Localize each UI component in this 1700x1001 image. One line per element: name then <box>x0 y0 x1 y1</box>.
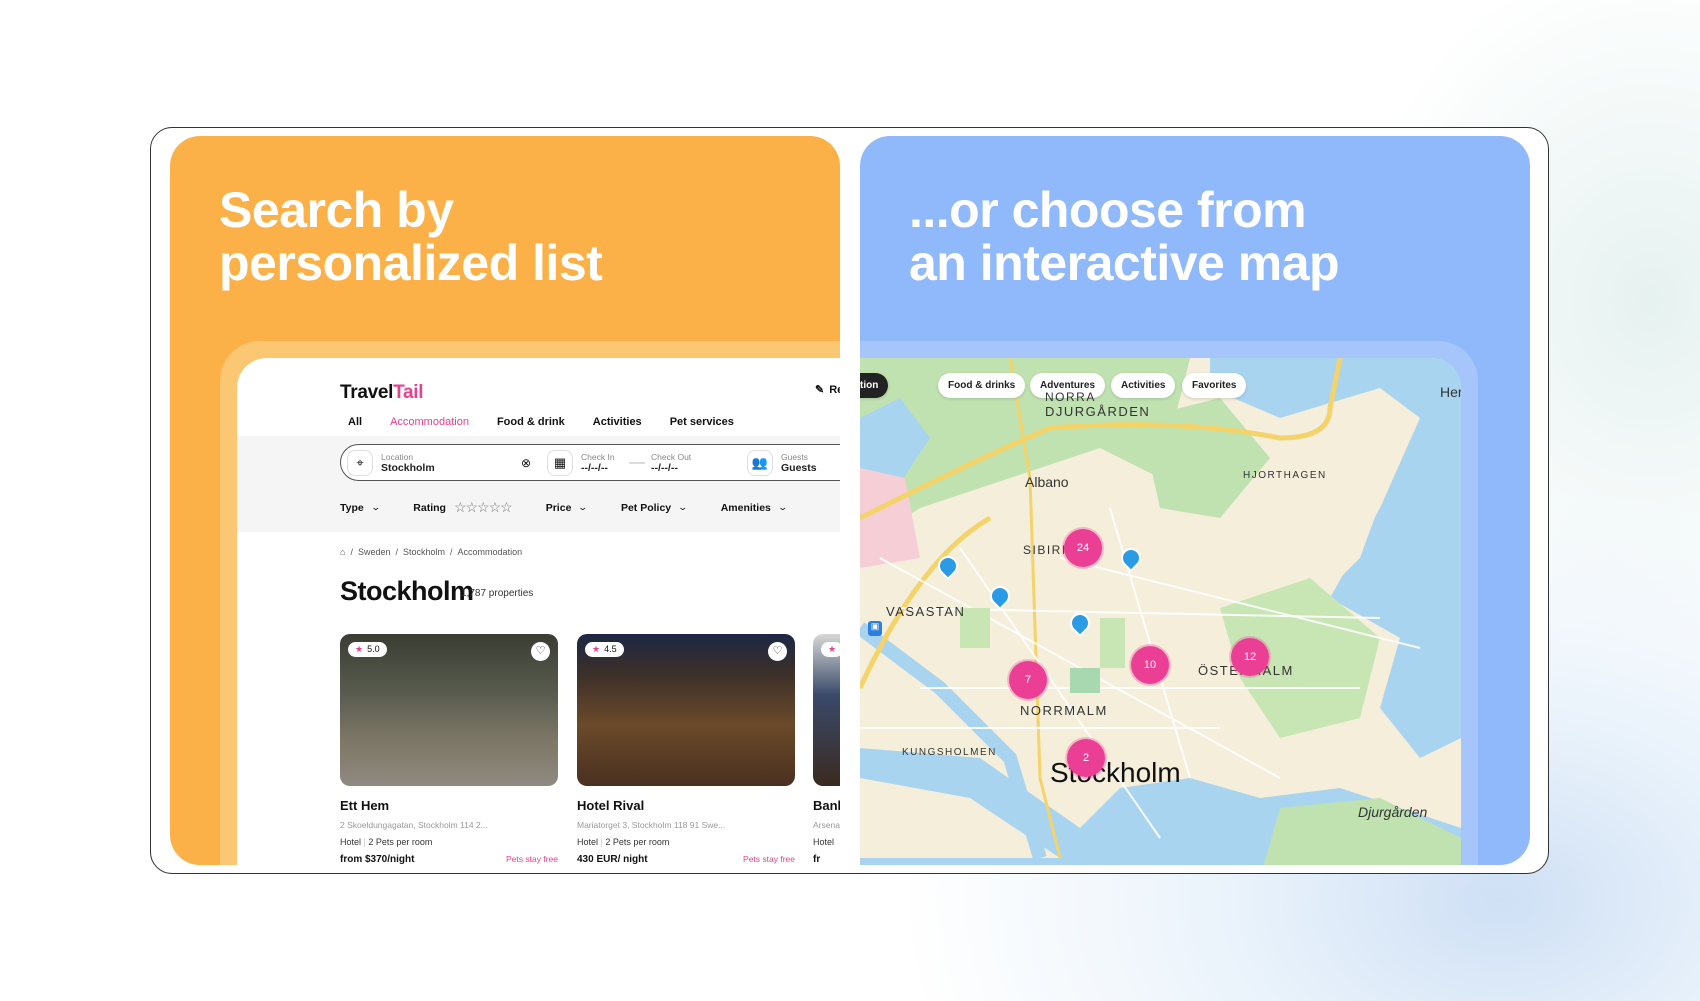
property-address: Mariatorget 3, Stockholm 118 91 Swe... <box>577 820 726 830</box>
guests-field[interactable]: 👥 Guests Guests <box>741 449 817 476</box>
location-field[interactable]: ⌖ Location Stockholm ⊗ <box>341 449 531 476</box>
chevron-down-icon: ⌄ <box>370 502 381 512</box>
check-in-field[interactable]: ▦ Check In --/--/-- <box>541 449 621 476</box>
chip-accommodation[interactable]: Accommodation <box>860 373 889 398</box>
map-panel: ...or choose from an interactive map A <box>860 136 1530 865</box>
property-card[interactable]: ★ Bank Arsena Hotel fr <box>813 634 840 865</box>
property-name: Ett Hem <box>340 798 390 813</box>
tab-food-drink[interactable]: Food & drink <box>489 414 573 438</box>
pencil-icon: ✎ <box>815 384 825 396</box>
tab-all[interactable]: All <box>340 414 370 438</box>
search-bar: ⌖ Location Stockholm ⊗ ▦ Check In --/--/--… <box>340 444 840 481</box>
date-separator: — <box>629 453 645 471</box>
check-out-field[interactable]: Check Out --/--/-- <box>651 452 731 474</box>
guests-icon: 👥 <box>747 449 773 476</box>
property-meta: Hotel | 2 Pets per room <box>340 837 433 847</box>
property-name: Bank <box>813 798 840 813</box>
pet-policy-filter[interactable]: Pet Policy ⌄ <box>621 502 689 514</box>
map-headline: ...or choose from an interactive map <box>909 182 1340 291</box>
rating-stars: ☆☆☆☆☆ <box>453 499 513 515</box>
rating-badge: ★ 5.0 <box>348 642 387 657</box>
breadcrumb-item[interactable]: Stockholm <box>403 547 445 557</box>
chevron-down-icon: ⌄ <box>677 502 689 512</box>
star-icon: ★ <box>828 644 837 654</box>
map-label: VASASTAN <box>886 604 966 619</box>
property-photo: ★ 4.5 ♡ <box>577 634 795 786</box>
rating-badge: ★ <box>821 642 840 657</box>
property-meta: Hotel <box>813 837 835 847</box>
app-window: TravelTail ✎Review All Accommodation Foo… <box>237 358 840 865</box>
breadcrumb-item[interactable]: Accommodation <box>458 547 523 557</box>
tab-pet-services[interactable]: Pet services <box>662 414 742 438</box>
property-photo: ★ 5.0 ♡ <box>340 634 558 786</box>
headline-line: Search by <box>219 182 454 238</box>
logo[interactable]: TravelTail <box>340 382 424 404</box>
map-label: Albano <box>1025 474 1069 490</box>
train-station-icon[interactable]: ▣ <box>868 621 882 636</box>
calendar-icon: ▦ <box>547 449 573 476</box>
amenities-filter[interactable]: Amenities ⌄ <box>721 502 788 514</box>
headline-line: ...or choose from <box>909 182 1307 238</box>
headline-line: an interactive map <box>909 235 1340 291</box>
filter-bar: Type ⌄ Rating ☆☆☆☆☆ Price ⌄ Pet Policy ⌄ Ame… <box>340 499 820 516</box>
star-icon: ★ <box>592 644 601 654</box>
location-pin-icon: ⌖ <box>347 449 373 476</box>
review-button[interactable]: ✎Review <box>815 383 840 397</box>
headline-line: personalized list <box>219 235 603 291</box>
type-filter[interactable]: Type ⌄ <box>340 502 381 514</box>
heart-icon[interactable]: ♡ <box>531 642 550 661</box>
page-title: Stockholm <box>340 576 474 606</box>
map-label: KUNGSHOLMEN <box>902 747 997 758</box>
clear-icon[interactable]: ⊗ <box>521 456 531 470</box>
chevron-down-icon: ⌄ <box>577 502 589 512</box>
property-meta: Hotel | 2 Pets per room <box>577 837 670 847</box>
cluster-marker[interactable]: 2 <box>1067 739 1105 777</box>
star-icon: ★ <box>355 644 364 654</box>
rating-badge: ★ 4.5 <box>585 642 624 657</box>
property-address: Arsena <box>813 820 840 830</box>
chip-favorites[interactable]: Favorites <box>1182 373 1247 398</box>
chip-activities[interactable]: Activities <box>1111 373 1176 398</box>
map-label: NORRA <box>1045 390 1096 404</box>
property-name: Hotel Rival <box>577 798 645 813</box>
property-price: 430 EUR/ night Pets stay free <box>577 854 795 865</box>
property-photo: ★ <box>813 634 840 786</box>
map-label: DJURGÅRDEN <box>1045 404 1151 419</box>
cluster-marker[interactable]: 7 <box>1009 661 1047 699</box>
price-filter[interactable]: Price ⌄ <box>546 502 589 514</box>
property-count: 1,787 properties <box>461 588 534 599</box>
category-tabs: All Accommodation Food & drink Activitie… <box>340 414 754 438</box>
chevron-down-icon: ⌄ <box>777 502 788 512</box>
cluster-marker[interactable]: 12 <box>1231 638 1269 676</box>
map-label: NORRMALM <box>1020 703 1108 718</box>
list-headline: Search by personalized list <box>219 182 603 291</box>
property-address: 2 Skoeldungagatan, Stockholm 114 2... <box>340 820 488 830</box>
breadcrumb-item[interactable]: Sweden <box>358 547 391 557</box>
property-card[interactable]: ★ 5.0 ♡ Ett Hem 2 Skoeldungagatan, Stockh… <box>340 634 558 865</box>
interactive-map[interactable]: Accommodation Food & drinks Adventures A… <box>860 358 1461 865</box>
tab-activities[interactable]: Activities <box>585 414 650 438</box>
property-price: fr <box>813 854 821 865</box>
cluster-marker[interactable]: 24 <box>1064 529 1102 567</box>
rating-filter[interactable]: Rating ☆☆☆☆☆ <box>413 499 513 516</box>
map-label: HJORTHAGEN <box>1243 470 1327 481</box>
property-card[interactable]: ★ 4.5 ♡ Hotel Rival Mariatorget 3, Stockh… <box>577 634 795 865</box>
tab-accommodation[interactable]: Accommodation <box>382 414 477 438</box>
map-label: Djurgården <box>1358 804 1428 820</box>
chip-food-drinks[interactable]: Food & drinks <box>938 373 1026 398</box>
list-panel: Search by personalized list TravelTail ✎… <box>170 136 840 865</box>
breadcrumb: ⌂ / Sweden / Stockholm / Accommodation <box>340 547 523 557</box>
map-label: Her <box>1440 384 1461 400</box>
heart-icon[interactable]: ♡ <box>768 642 787 661</box>
cluster-marker[interactable]: 10 <box>1131 646 1169 684</box>
property-price: from $370/night Pets stay free <box>340 854 558 865</box>
home-icon[interactable]: ⌂ <box>340 547 345 557</box>
